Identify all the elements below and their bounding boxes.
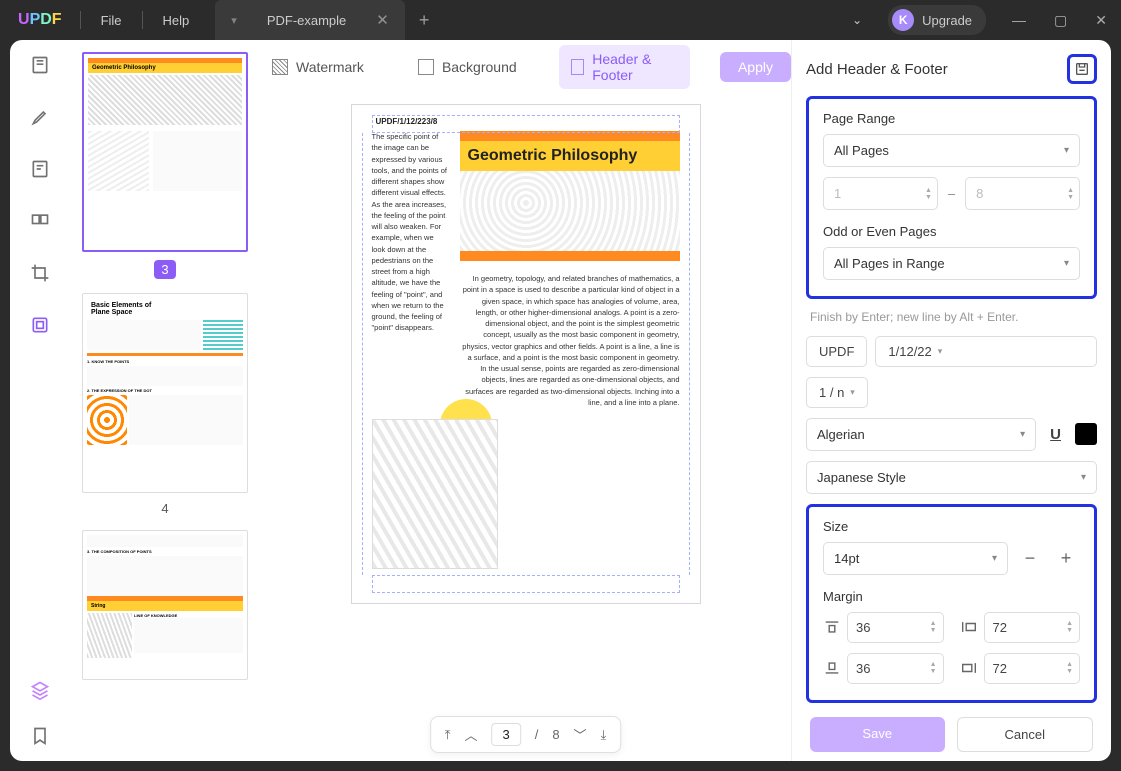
- new-tab-button[interactable]: +: [405, 10, 444, 31]
- menu-file[interactable]: File: [81, 0, 142, 40]
- page-navigator: ⤒ ︿ 3 / 8 ﹀ ⤓: [430, 716, 622, 753]
- thumbnail-page-5[interactable]: 3. THE COMPOSITION OF POINTSStringLINE O…: [82, 530, 248, 680]
- close-tab-icon[interactable]: ✕: [376, 11, 389, 29]
- tab-title: PDF-example: [267, 13, 346, 28]
- layers-icon[interactable]: [29, 679, 51, 701]
- font-select[interactable]: Algerian▾: [806, 418, 1036, 451]
- spinner-icon[interactable]: ▲▼: [930, 620, 937, 634]
- margin-top-icon: [823, 620, 841, 634]
- crop-icon[interactable]: [29, 262, 51, 284]
- font-size-select[interactable]: 14pt▾: [823, 542, 1008, 575]
- page-range-label: Page Range: [823, 111, 1080, 126]
- close-window-button[interactable]: ✕: [1081, 12, 1121, 29]
- background-icon: [418, 59, 434, 75]
- page-body-right: In geometry, topology, and related branc…: [460, 273, 680, 408]
- current-page[interactable]: 3: [502, 727, 509, 742]
- bookmark-icon[interactable]: [29, 725, 51, 747]
- thumbnail-page-4[interactable]: Basic Elements ofPlane Space1. KNOW THE …: [82, 293, 248, 493]
- document-tab[interactable]: ▾ PDF-example ✕: [215, 0, 405, 40]
- tab-background[interactable]: Background: [406, 53, 529, 81]
- app-logo: UPDF: [0, 11, 80, 29]
- apply-button[interactable]: Apply: [720, 52, 791, 82]
- margin-top-input[interactable]: 36▲▼: [847, 612, 944, 643]
- margin-right-input[interactable]: 72▲▼: [984, 653, 1081, 684]
- left-toolbar: [10, 40, 70, 761]
- margin-label: Margin: [823, 589, 1080, 604]
- thumbnail-label-3: 3: [154, 260, 176, 279]
- organize-icon[interactable]: [29, 210, 51, 232]
- number-style-select[interactable]: Japanese Style▾: [806, 461, 1097, 494]
- spinner-icon[interactable]: ▲▼: [1066, 661, 1073, 675]
- page-tools-toolbar: Watermark Background Header & Footer App…: [260, 40, 791, 94]
- spinner-icon[interactable]: ▲▼: [1067, 187, 1074, 201]
- margin-left-icon: [960, 620, 978, 634]
- total-pages: 8: [552, 727, 559, 742]
- tab-header-footer[interactable]: Header & Footer: [559, 45, 690, 89]
- date-select[interactable]: 1/12/22▾: [875, 336, 1097, 367]
- panel-title: Add Header & Footer: [806, 61, 948, 78]
- spinner-icon[interactable]: ▲▼: [1066, 620, 1073, 634]
- margin-left-input[interactable]: 72▲▼: [984, 612, 1081, 643]
- thumbnail-panel: Geometric Philosophy 3 Basic Elements of…: [70, 40, 260, 761]
- maximize-button[interactable]: ▢: [1040, 12, 1081, 29]
- page-from-input[interactable]: 1: [823, 177, 938, 210]
- edit-text-icon[interactable]: [29, 158, 51, 180]
- page-title: Geometric Philosophy: [460, 141, 680, 171]
- tab-watermark[interactable]: Watermark: [260, 53, 376, 81]
- chevron-down-icon: ▾: [850, 387, 855, 398]
- page-tools-icon[interactable]: [29, 314, 51, 336]
- save-button[interactable]: Save: [810, 717, 945, 752]
- hint-text: Finish by Enter; new line by Alt + Enter…: [806, 309, 1097, 326]
- chevron-down-icon: ▾: [938, 346, 943, 357]
- size-label: Size: [823, 519, 1080, 534]
- last-page-icon[interactable]: ⤓: [601, 727, 607, 743]
- odd-even-label: Odd or Even Pages: [823, 224, 1080, 239]
- thumbnail-label-4: 4: [82, 501, 248, 516]
- collapse-icon[interactable]: ⌄: [838, 13, 876, 27]
- chevron-down-icon: ▾: [1081, 472, 1086, 483]
- chevron-down-icon[interactable]: ▾: [231, 14, 237, 27]
- brand-chip[interactable]: UPDF: [806, 336, 867, 367]
- prev-page-icon[interactable]: ︿: [464, 725, 477, 744]
- chevron-down-icon: ▾: [1020, 429, 1025, 440]
- chevron-down-icon: ▾: [1064, 258, 1069, 269]
- spinner-icon[interactable]: ▲▼: [925, 187, 932, 201]
- page-to-input[interactable]: 8: [965, 177, 1080, 210]
- increase-size-button[interactable]: +: [1052, 544, 1080, 572]
- page-body-left: The specific point of the image can be e…: [372, 131, 448, 334]
- underline-button[interactable]: U: [1044, 426, 1067, 443]
- page-preview: UPDF/1/12/223/8 The specific point of th…: [351, 104, 701, 604]
- minimize-button[interactable]: —: [998, 12, 1040, 28]
- margin-bottom-icon: [823, 661, 841, 675]
- odd-even-select[interactable]: All Pages in Range▾: [823, 247, 1080, 280]
- chevron-down-icon: ▾: [992, 553, 997, 564]
- menu-help[interactable]: Help: [143, 0, 210, 40]
- thumbnail-page-3[interactable]: Geometric Philosophy: [82, 52, 248, 252]
- chevron-down-icon: ▾: [1064, 145, 1069, 156]
- upgrade-button[interactable]: K Upgrade: [888, 5, 986, 35]
- spinner-icon[interactable]: ▲▼: [930, 661, 937, 675]
- first-page-icon[interactable]: ⤒: [445, 727, 451, 743]
- cancel-button[interactable]: Cancel: [957, 717, 1094, 752]
- page-view-icon[interactable]: [29, 54, 51, 76]
- next-page-icon[interactable]: ﹀: [574, 725, 587, 744]
- user-avatar: K: [892, 9, 914, 31]
- header-footer-icon: [571, 59, 585, 75]
- margin-bottom-input[interactable]: 36▲▼: [847, 653, 944, 684]
- save-template-icon[interactable]: [1067, 54, 1097, 84]
- decrease-size-button[interactable]: −: [1016, 544, 1044, 572]
- header-footer-panel: Add Header & Footer Page Range All Pages…: [791, 40, 1111, 761]
- header-preview-text: UPDF/1/12/223/8: [376, 117, 438, 126]
- page-range-select[interactable]: All Pages▾: [823, 134, 1080, 167]
- highlight-icon[interactable]: [29, 106, 51, 128]
- size-margin-section: Size 14pt▾ − + Margin 36▲▼ 72▲▼ 36▲▼ 72▲…: [806, 504, 1097, 703]
- color-picker[interactable]: [1075, 423, 1097, 445]
- margin-right-icon: [960, 661, 978, 675]
- watermark-icon: [272, 59, 288, 75]
- page-range-section: Page Range All Pages▾ 1▲▼ – 8▲▼ Odd or E…: [806, 96, 1097, 299]
- page-format-select[interactable]: 1 / n▾: [806, 377, 868, 408]
